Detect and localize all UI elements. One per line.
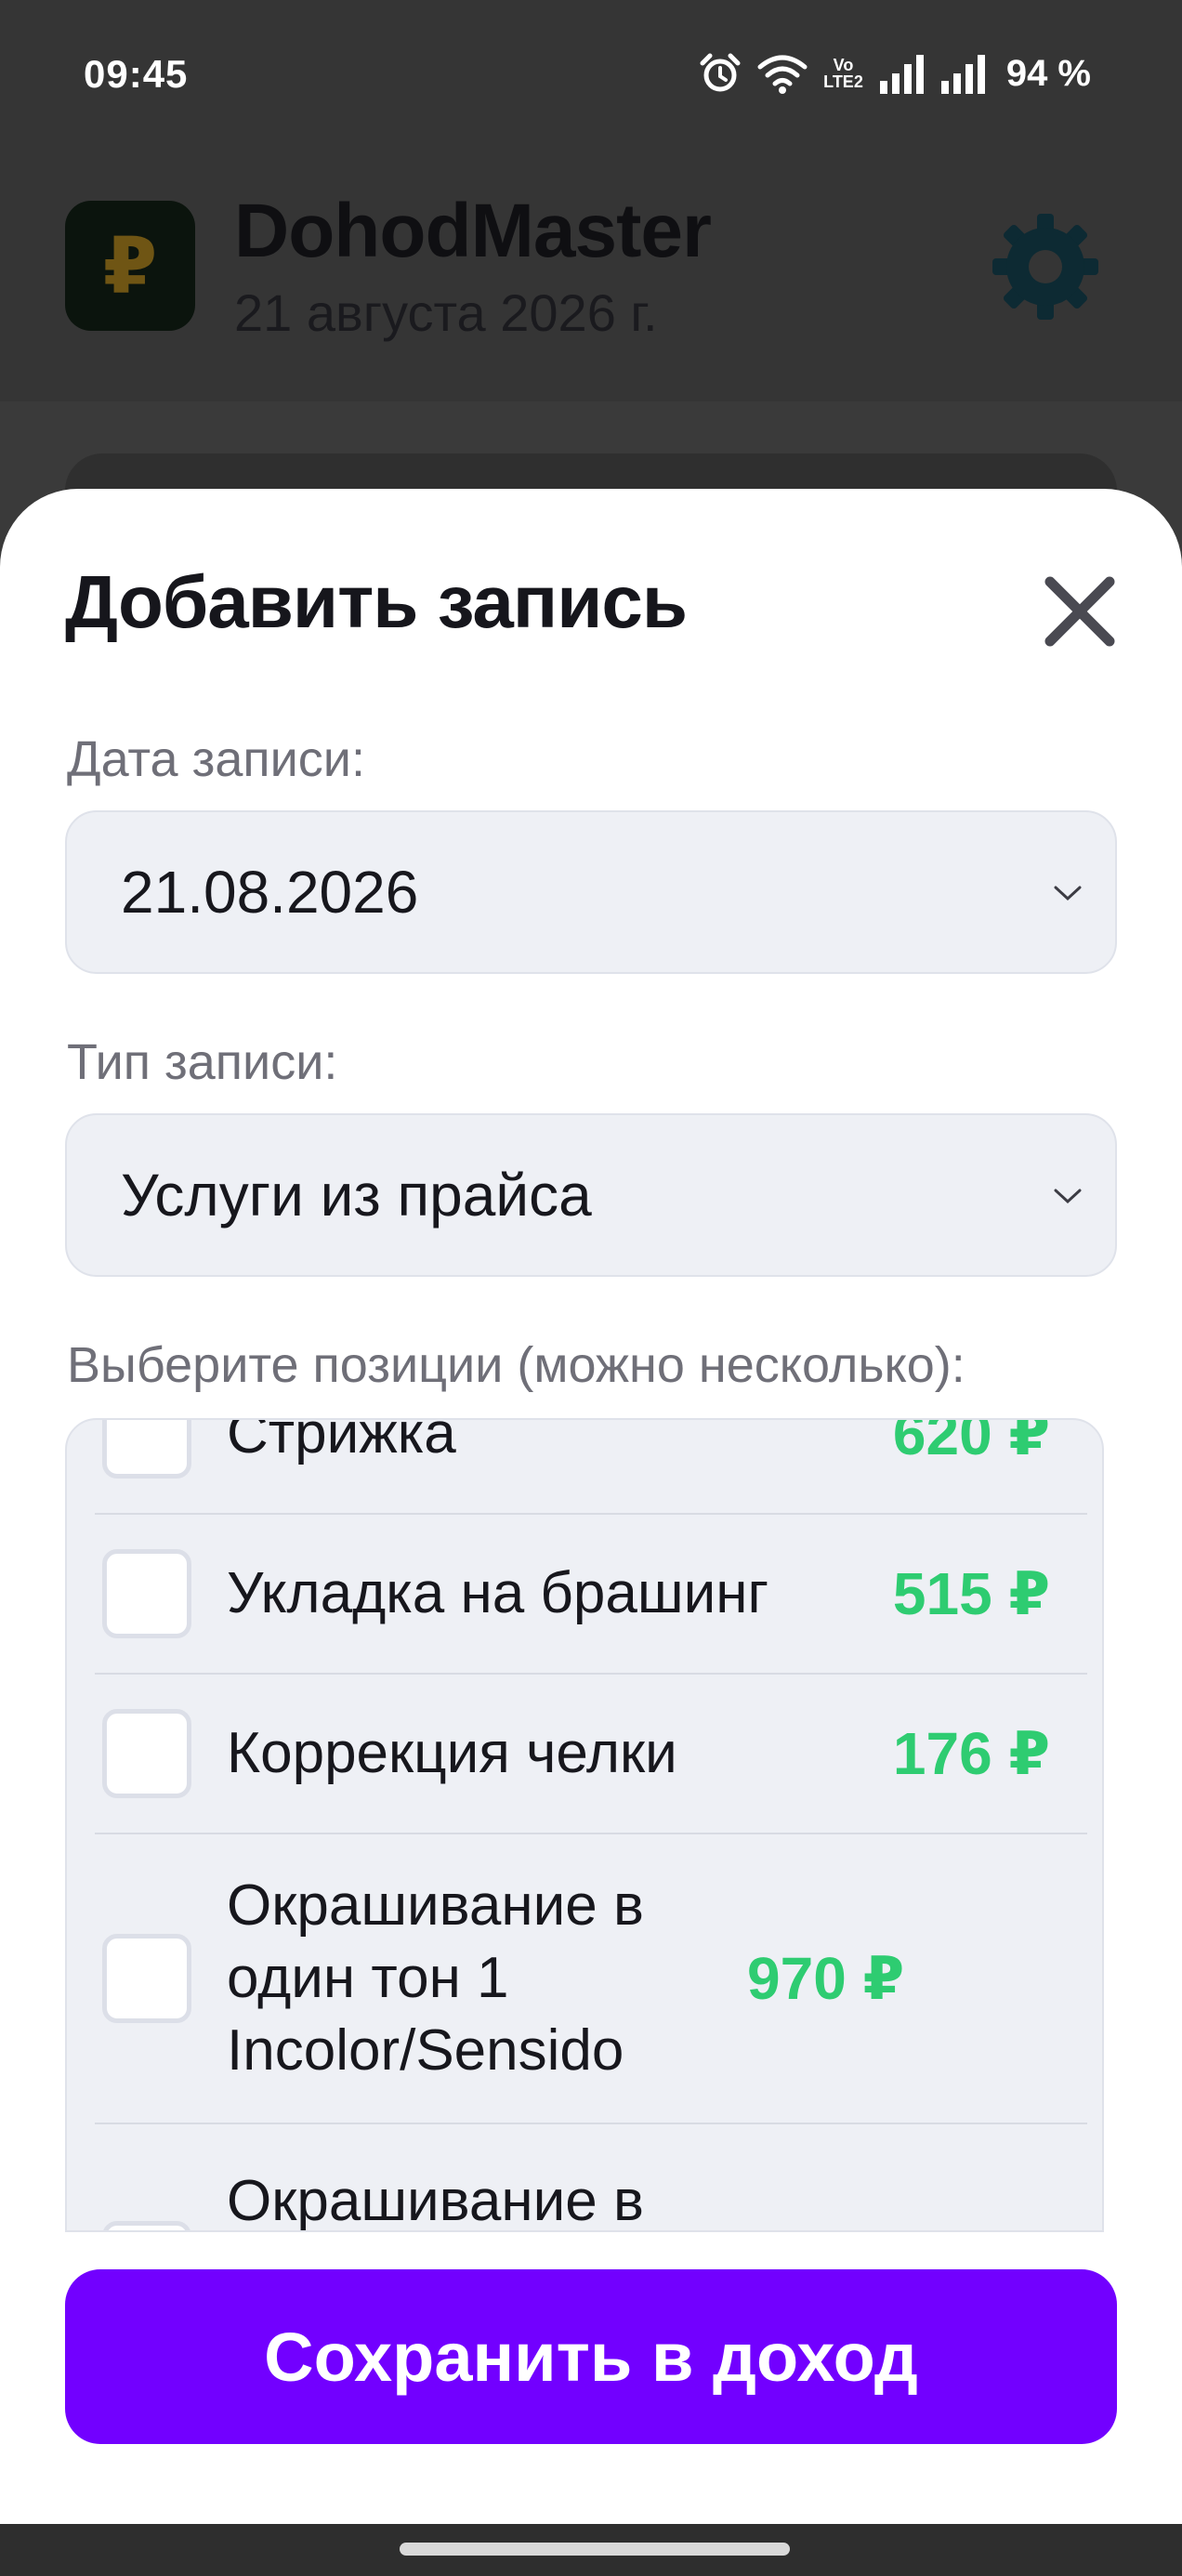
gear-icon[interactable] — [985, 206, 1106, 327]
positions-list-inner: Стрижка 620 ₽ Укладка на брашинг 515 ₽ К… — [67, 1418, 1102, 2232]
volte-bottom-label: LTE2 — [823, 72, 863, 91]
close-icon[interactable] — [1035, 567, 1124, 656]
item-price: 176 ₽ — [892, 1719, 1050, 1787]
list-item[interactable]: Окрашивание в — [95, 2124, 1087, 2232]
item-checkbox[interactable] — [102, 1709, 191, 1798]
status-time: 09:45 — [84, 52, 189, 96]
signal-icon — [940, 55, 985, 94]
app-header: ₽ DohodMaster 21 августа 2026 г. — [0, 158, 1182, 401]
battery-level: 94 % — [1005, 52, 1091, 94]
status-icons: Vo LTE2 94 % — [699, 52, 1091, 95]
app-title: DohodMaster — [234, 189, 712, 273]
item-name: Коррекция челки — [227, 1721, 677, 1785]
item-name: Стрижка — [227, 1418, 456, 1465]
item-checkbox[interactable] — [102, 1934, 191, 2023]
date-select[interactable]: 21.08.2026 — [65, 810, 1117, 974]
item-name: Окрашивание в один тон 1 Incolor/Sensido — [227, 1873, 644, 2083]
type-value: Услуги из прайса — [121, 1162, 592, 1229]
item-price: 515 ₽ — [892, 1559, 1050, 1627]
item-name: Окрашивание в — [227, 2169, 644, 2232]
alarm-icon — [700, 53, 741, 92]
positions-label: Выберите позиции (можно несколько): — [67, 1337, 965, 1393]
status-bar: 09:45 Vo LTE2 94 % — [0, 0, 1182, 158]
list-item[interactable]: Окрашивание в один тон 1 Incolor/Sensido… — [95, 1834, 1087, 2124]
nav-bar — [0, 2524, 1182, 2576]
home-indicator[interactable] — [400, 2543, 790, 2556]
volte-top-label: Vo — [833, 56, 854, 74]
list-item[interactable]: Укладка на брашинг 515 ₽ — [95, 1515, 1087, 1675]
volte-icon: Vo LTE2 — [823, 57, 863, 90]
chevron-down-icon — [1054, 886, 1082, 901]
wifi-icon — [757, 55, 808, 94]
list-item[interactable]: Коррекция челки 176 ₽ — [95, 1675, 1087, 1834]
add-record-sheet: Добавить запись Дата записи: 21.08.2026 … — [0, 489, 1182, 2524]
positions-list[interactable]: Стрижка 620 ₽ Укладка на брашинг 515 ₽ К… — [65, 1418, 1104, 2232]
item-price: 620 ₽ — [892, 1418, 1050, 1467]
date-label: Дата записи: — [67, 731, 365, 787]
sheet-title: Добавить запись — [65, 560, 688, 643]
item-price: 970 ₽ — [747, 1944, 905, 2012]
signal-icon — [879, 55, 924, 94]
date-value: 21.08.2026 — [121, 859, 419, 926]
type-label: Тип записи: — [67, 1034, 338, 1090]
list-item[interactable]: Стрижка 620 ₽ — [95, 1418, 1087, 1515]
type-select[interactable]: Услуги из прайса — [65, 1113, 1117, 1277]
chevron-down-icon — [1054, 1189, 1082, 1204]
save-to-income-button[interactable]: Сохранить в доход — [65, 2269, 1117, 2444]
item-name: Укладка на брашинг — [227, 1561, 769, 1625]
app-date: 21 августа 2026 г. — [234, 283, 658, 342]
item-checkbox[interactable] — [102, 1549, 191, 1638]
item-checkbox[interactable] — [102, 1420, 191, 1479]
item-checkbox[interactable] — [102, 2221, 191, 2230]
app-logo: ₽ — [65, 201, 195, 331]
